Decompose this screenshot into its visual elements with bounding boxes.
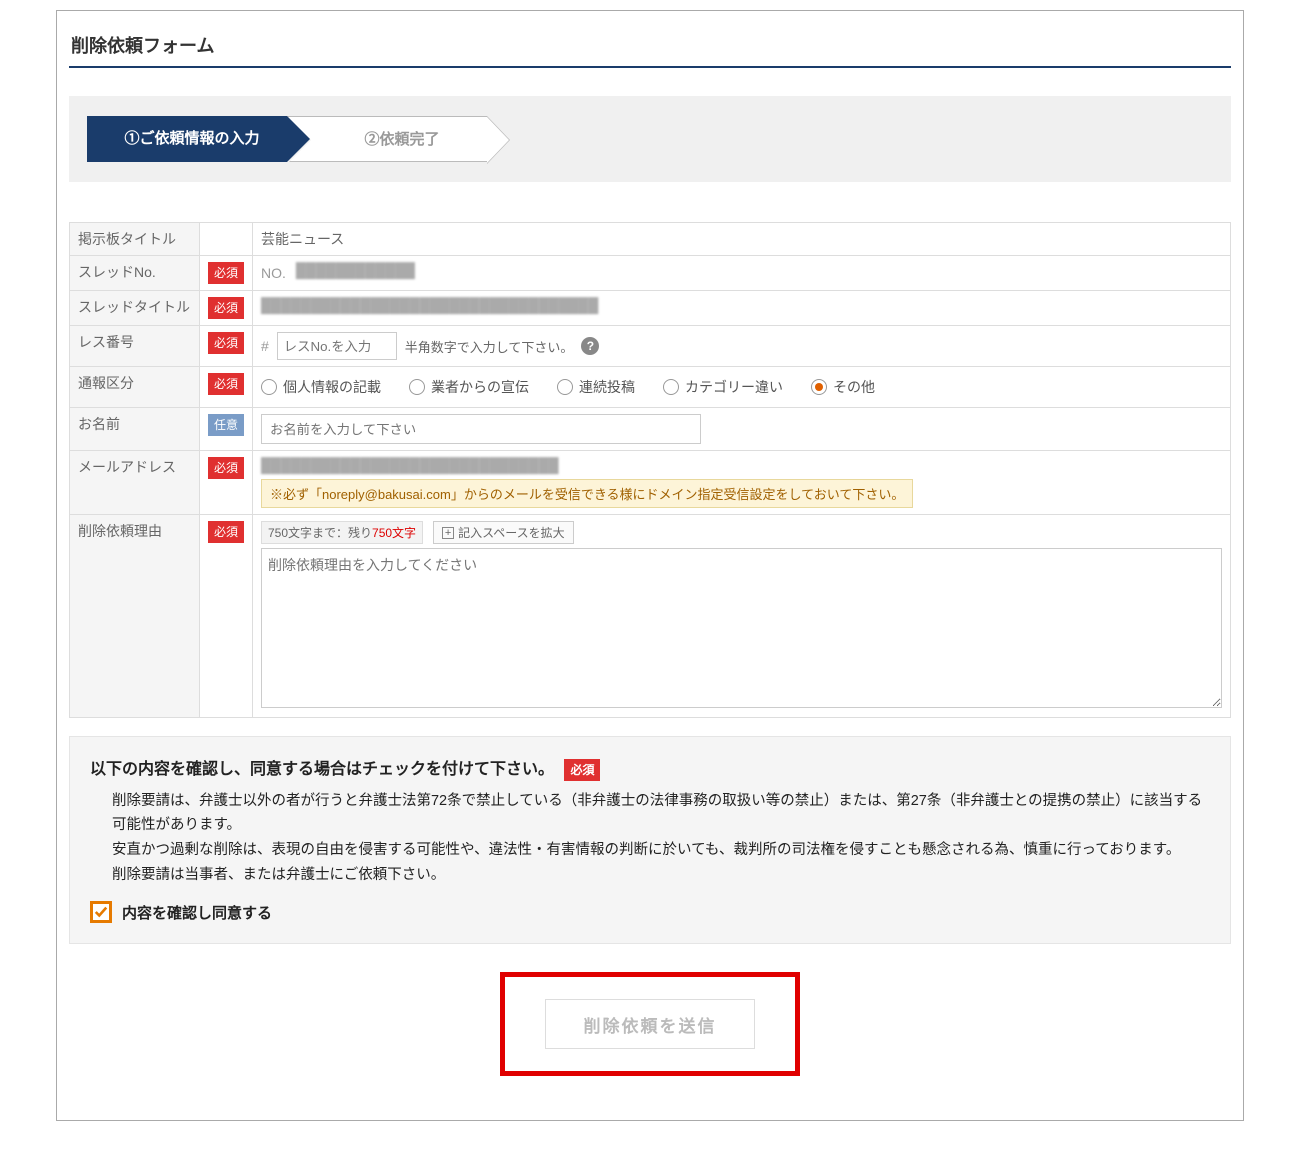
reason-textarea[interactable] (261, 548, 1222, 708)
required-badge: 必須 (208, 373, 244, 395)
radio-option-3[interactable]: カテゴリー違い (663, 377, 783, 397)
label-report-type: 通報区分 (70, 367, 200, 408)
name-input[interactable] (261, 414, 701, 444)
label-res-no: レス番号 (70, 326, 200, 367)
submit-highlight-frame: 削除依頼を送信 (500, 972, 800, 1076)
required-badge: 必須 (208, 262, 244, 284)
label-thread-title: スレッドタイトル (70, 291, 200, 326)
thread-no-prefix: NO. (261, 265, 286, 281)
res-no-input[interactable] (277, 332, 397, 360)
thread-title-value: ██████████████████████████████████ (261, 297, 781, 315)
char-counter: 750文字まで：残り750文字 (261, 521, 423, 544)
submit-button[interactable]: 削除依頼を送信 (545, 999, 755, 1049)
email-domain-note: ※必ず「noreply@bakusai.com」からのメールを受信できる様にドメ… (261, 479, 913, 508)
radio-option-4[interactable]: その他 (811, 377, 875, 397)
required-badge: 必須 (208, 297, 244, 319)
label-email: メールアドレス (70, 451, 200, 515)
consent-body: 削除要請は、弁護士以外の者が行うと弁護士法第72条で禁止している（非弁護士の法律… (90, 781, 1210, 902)
radio-option-1[interactable]: 業者からの宣伝 (409, 377, 529, 397)
required-badge: 必須 (564, 759, 600, 781)
radio-option-0[interactable]: 個人情報の記載 (261, 377, 381, 397)
radio-option-2[interactable]: 連続投稿 (557, 377, 635, 397)
label-thread-no: スレッドNo. (70, 256, 200, 291)
optional-badge: 任意 (208, 414, 244, 436)
step-2: ②依頼完了 (287, 116, 487, 162)
label-board-title: 掲示板タイトル (70, 223, 200, 256)
res-no-hash: # (261, 338, 269, 354)
help-icon[interactable]: ? (581, 337, 599, 355)
consent-checkbox[interactable]: 内容を確認し同意する (90, 901, 1210, 923)
required-badge: 必須 (208, 332, 244, 354)
label-name: お名前 (70, 408, 200, 451)
request-form-table: 掲示板タイトル 芸能ニュース スレッドNo. 必須 NO. ██████████… (69, 222, 1231, 718)
report-type-radio-group: 個人情報の記載 業者からの宣伝 連続投稿 カテゴリー違い その他 (261, 373, 1222, 401)
expand-textarea-button[interactable]: +記入スペースを拡大 (433, 521, 574, 544)
checkbox-icon (90, 901, 112, 923)
consent-box: 以下の内容を確認し、同意する場合はチェックを付けて下さい。 必須 削除要請は、弁… (69, 736, 1231, 944)
plus-icon: + (442, 527, 454, 539)
res-no-hint: 半角数字で入力して下さい。 (405, 337, 574, 356)
page-title: 削除依頼フォーム (69, 26, 1231, 68)
thread-no-value: ████████████ (296, 262, 446, 284)
email-value: ██████████████████████████████ (261, 457, 741, 475)
required-badge: 必須 (208, 521, 244, 543)
value-board-title: 芸能ニュース (253, 223, 1231, 256)
step-1-active: ①ご依頼情報の入力 (87, 116, 287, 162)
consent-title: 以下の内容を確認し、同意する場合はチェックを付けて下さい。 必須 (90, 755, 1210, 781)
label-reason: 削除依頼理由 (70, 515, 200, 718)
required-badge: 必須 (208, 457, 244, 479)
progress-steps: ①ご依頼情報の入力 ②依頼完了 (69, 96, 1231, 182)
